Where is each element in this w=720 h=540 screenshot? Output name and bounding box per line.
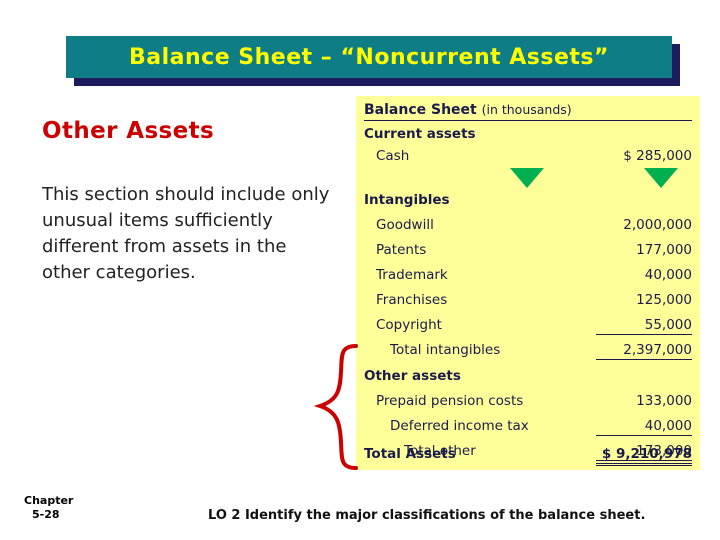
chapter-number: 5-28 xyxy=(32,507,60,521)
table-row-total: Total Assets $ 9,210,978 xyxy=(364,446,692,468)
row-label: Intangibles xyxy=(364,192,450,208)
row-label: Trademark xyxy=(376,267,448,283)
row-amount: $ 285,000 xyxy=(623,148,692,164)
row-amount: 2,000,000 xyxy=(623,217,692,233)
row-amount: 55,000 xyxy=(596,317,692,335)
triangle-down-icon xyxy=(644,168,678,188)
table-row: Cash $ 285,000 xyxy=(364,148,692,164)
page-title: Balance Sheet – “Noncurrent Assets” xyxy=(129,44,609,70)
row-label: Total Assets xyxy=(364,446,456,462)
balance-sheet-header-title: Balance Sheet xyxy=(364,102,477,118)
row-label: Copyright xyxy=(376,317,442,333)
table-row: Franchises 125,000 xyxy=(364,292,692,308)
balance-sheet-header: Balance Sheet (in thousands) xyxy=(364,102,572,118)
table-row: Goodwill 2,000,000 xyxy=(364,217,692,233)
row-label: Deferred income tax xyxy=(390,418,529,434)
table-row: Intangibles xyxy=(364,192,692,208)
row-label: Goodwill xyxy=(376,217,434,233)
row-label: Prepaid pension costs xyxy=(376,393,524,409)
chapter-word: Chapter xyxy=(24,494,74,507)
table-row: Copyright 55,000 xyxy=(364,317,692,335)
triangle-down-icon xyxy=(510,168,544,188)
table-row: Other assets xyxy=(364,368,692,384)
row-amount: 2,397,000 xyxy=(596,342,692,360)
row-label: Other assets xyxy=(364,368,461,384)
row-amount: $ 9,210,978 xyxy=(596,446,692,466)
brace-icon xyxy=(313,344,358,470)
row-label: Franchises xyxy=(376,292,448,308)
row-amount: 40,000 xyxy=(596,418,692,436)
learning-objective-note: LO 2 Identify the major classifications … xyxy=(208,508,646,523)
row-amount: 125,000 xyxy=(636,292,692,308)
section-body-text: This section should include only unusual… xyxy=(42,184,330,284)
table-row: Prepaid pension costs 133,000 xyxy=(364,393,692,409)
table-row: Total intangibles 2,397,000 xyxy=(364,342,692,360)
row-label: Cash xyxy=(376,148,410,164)
table-row: Patents 177,000 xyxy=(364,242,692,258)
section-heading-other-assets: Other Assets xyxy=(42,118,215,144)
row-amount: 133,000 xyxy=(636,393,692,409)
table-row: Deferred income tax 40,000 xyxy=(364,418,692,436)
row-label: Total intangibles xyxy=(390,342,501,358)
balance-sheet-panel: Balance Sheet (in thousands) Current ass… xyxy=(356,96,700,470)
row-amount: 177,000 xyxy=(636,242,692,258)
balance-sheet-header-units: (in thousands) xyxy=(481,102,572,117)
table-row: Trademark 40,000 xyxy=(364,267,692,283)
title-banner: Balance Sheet – “Noncurrent Assets” xyxy=(66,36,672,78)
row-amount: 40,000 xyxy=(644,267,692,283)
row-label: Current assets xyxy=(364,126,476,142)
table-row: Current assets xyxy=(364,126,692,142)
chapter-label: Chapter 5-28 xyxy=(24,494,73,522)
header-divider xyxy=(364,120,692,121)
row-label: Patents xyxy=(376,242,427,258)
balance-sheet-content: Balance Sheet (in thousands) Current ass… xyxy=(356,96,700,470)
